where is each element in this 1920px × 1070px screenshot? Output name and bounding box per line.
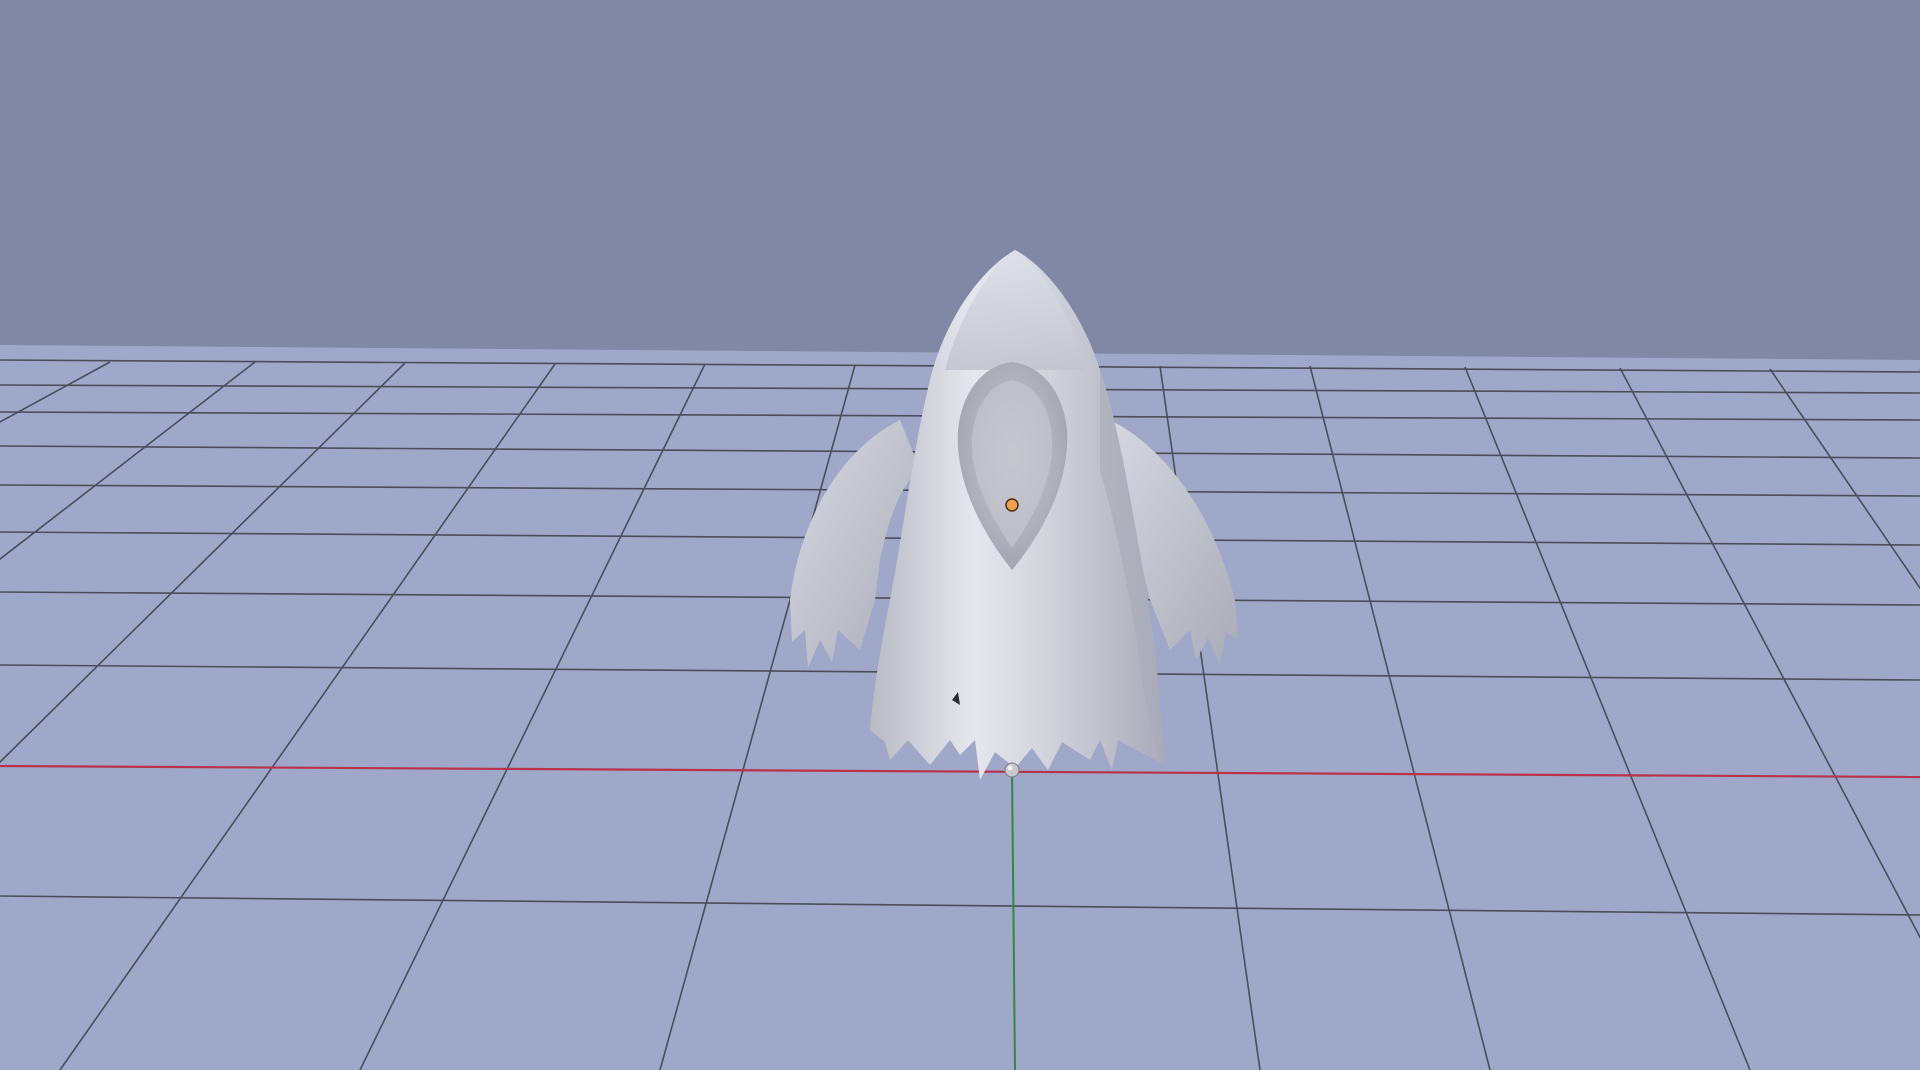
pivot-ball-icon[interactable] [1004,762,1020,778]
object-origin-icon[interactable] [1005,498,1019,512]
3d-viewport[interactable] [0,0,1920,1070]
viewport-canvas[interactable] [0,0,1920,1070]
